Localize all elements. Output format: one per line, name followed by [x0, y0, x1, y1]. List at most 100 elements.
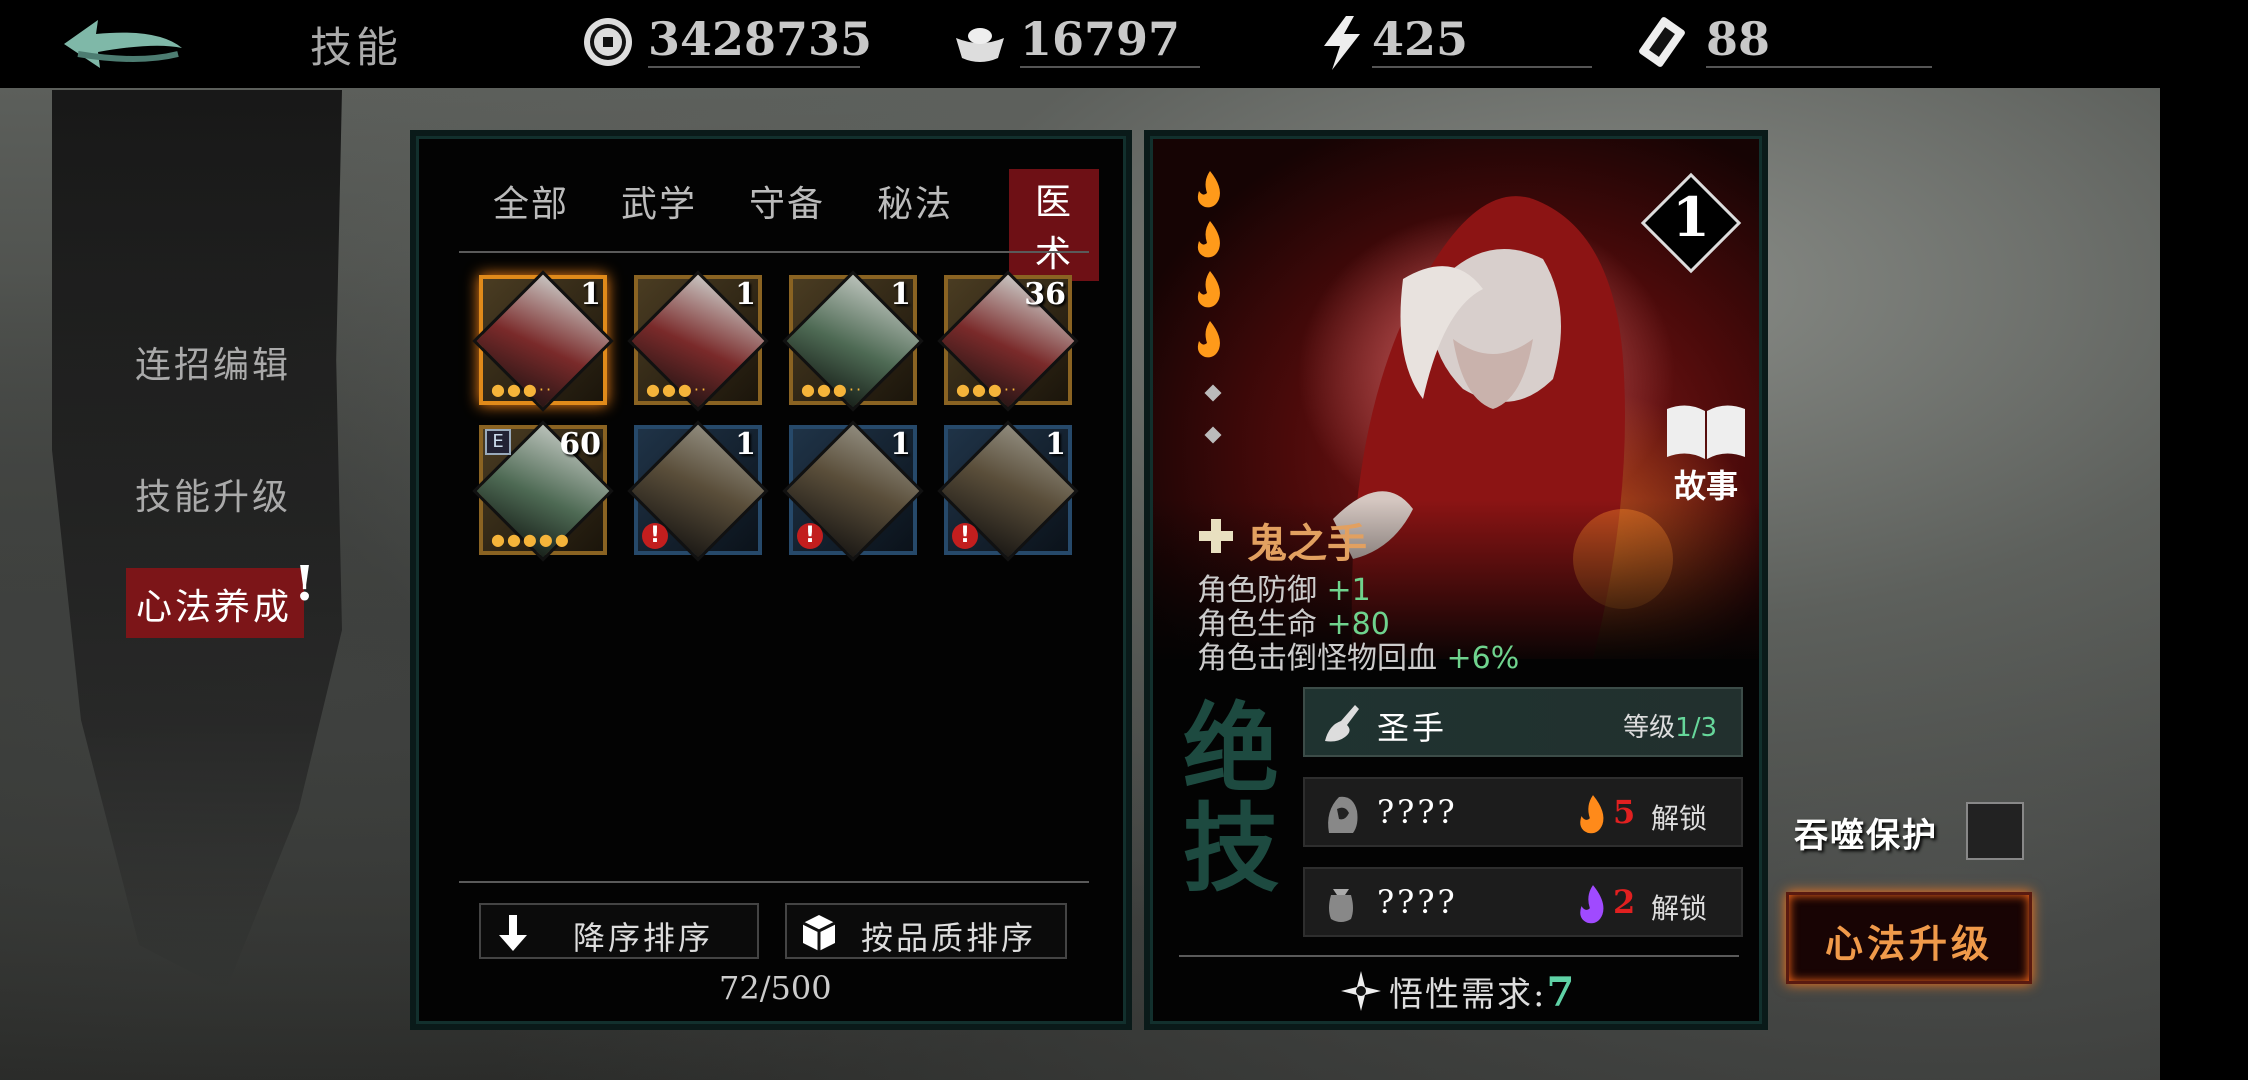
silver-underline: [1020, 66, 1200, 68]
insight-star-icon: [1341, 971, 1381, 1011]
silver-resource: 16797: [952, 8, 1252, 68]
ticket-resource: 88: [1634, 8, 1934, 68]
skill-card[interactable]: E 60 ●●●●●: [472, 420, 614, 562]
ability-name: ????: [1377, 883, 1458, 921]
warning-icon: !: [642, 523, 668, 549]
tab-divider: [459, 251, 1089, 253]
ticket-value: 88: [1706, 12, 1771, 66]
ultimate-label: 绝技: [1183, 692, 1279, 905]
skill-detail-panel: 1 故事 鬼之手 角色防御 +1 角色生命 +80 角色击倒怪物回血 +6% 绝…: [1150, 136, 1762, 1024]
tab-martial[interactable]: 武学: [621, 175, 697, 227]
energy-value: 425: [1372, 12, 1469, 66]
category-tabs: 全部 武学 守备 秘法 医术: [459, 169, 1100, 281]
ability-locked-1[interactable]: ???? 5 解锁: [1303, 777, 1743, 847]
coin-underline: [648, 66, 860, 68]
energy-resource: 425: [1306, 8, 1606, 70]
skill-card[interactable]: 1 ●●●··: [472, 270, 614, 412]
back-button[interactable]: [58, 14, 188, 76]
card-count: 1: [890, 427, 911, 462]
sort-descending-label: 降序排序: [573, 919, 714, 957]
tab-medicine[interactable]: 医术: [1009, 169, 1100, 281]
silver-ingot-icon: [956, 28, 1004, 62]
story-button[interactable]: 故事: [1661, 401, 1751, 511]
orange-flame-icon: [1580, 795, 1604, 834]
nav-combo-edit[interactable]: 连招编辑: [135, 336, 291, 388]
card-count: 1: [735, 427, 756, 462]
card-count: 1: [1045, 427, 1066, 462]
sort-quality-button[interactable]: 按品质排序: [785, 903, 1067, 959]
stat-kill-heal: 角色击倒怪物回血 +6%: [1197, 633, 1519, 677]
plus-icon: [1199, 519, 1233, 553]
ability-name: 圣手: [1377, 709, 1448, 747]
inventory-capacity: 72/500: [719, 969, 832, 1007]
sort-descending-button[interactable]: 降序排序: [479, 903, 759, 959]
skill-card[interactable]: 36 ●●●··: [937, 270, 1079, 412]
page-title: 技能: [310, 23, 403, 72]
energy-underline: [1372, 66, 1592, 68]
story-label: 故事: [1673, 467, 1738, 505]
devour-protection-label: 吞噬保护: [1794, 816, 1938, 856]
ability-cost: 2: [1613, 883, 1636, 921]
purple-flame-icon: [1580, 885, 1604, 924]
flame-icon: [1197, 271, 1220, 308]
card-count: 1: [580, 277, 601, 312]
requirement-value: 7: [1546, 969, 1577, 1016]
sort-quality-label: 按品质排序: [861, 919, 1037, 957]
skill-list-panel: 全部 武学 守备 秘法 医术 1 ●●●·· 1 ●●●·· 1 ●●●·· 3…: [416, 136, 1126, 1024]
hand-icon: [1325, 705, 1359, 742]
ability-holy-hand[interactable]: 圣手 等级1/3: [1303, 687, 1743, 757]
insight-requirement: 悟性需求:7: [1389, 967, 1576, 1016]
card-stars: ●●●··: [646, 380, 709, 399]
ability-name: ????: [1377, 793, 1458, 831]
nav-mind-cultivation[interactable]: 心法养成: [126, 568, 304, 638]
skill-card[interactable]: 1 !: [627, 420, 769, 562]
skill-card[interactable]: 1 ●●●··: [627, 270, 769, 412]
star-flames: [1193, 169, 1233, 369]
ability-cost: 5: [1613, 793, 1636, 831]
tab-all[interactable]: 全部: [493, 175, 569, 227]
skill-level: 1: [1672, 185, 1710, 249]
card-stars: ●●●··: [801, 380, 864, 399]
nav-mind-cultivation-label: 心法养成: [136, 587, 293, 628]
lightning-icon: [1324, 16, 1360, 70]
detail-divider: [1179, 955, 1739, 957]
warning-icon: !: [797, 523, 823, 549]
list-divider: [459, 881, 1089, 883]
ability-level: 等级1/3: [1623, 713, 1717, 743]
screen-edge: [2160, 0, 2248, 1080]
skill-card[interactable]: 1 !: [782, 420, 924, 562]
book-icon: [1667, 405, 1745, 459]
top-bar: 技能 3428735 16797 425 88: [0, 0, 2248, 88]
hooded-figure-icon: [1328, 796, 1358, 833]
mind-upgrade-button[interactable]: 心法升级: [1786, 892, 2032, 984]
nav-alert-icon: !: [294, 556, 316, 612]
card-count: 1: [890, 277, 911, 312]
flame-icon: [1197, 321, 1220, 358]
unlock-label: 解锁: [1651, 892, 1708, 925]
requirement-label: 悟性需求:: [1389, 975, 1547, 1015]
tab-arcane[interactable]: 秘法: [877, 175, 953, 227]
stat-value: +6%: [1446, 641, 1520, 676]
card-stars: ●●●··: [956, 380, 1019, 399]
ticket-underline: [1706, 66, 1932, 68]
ticket-icon: [1639, 17, 1685, 67]
skill-card[interactable]: 1 !: [937, 420, 1079, 562]
card-count: 36: [1024, 277, 1066, 312]
nav-skill-upgrade[interactable]: 技能升级: [135, 468, 291, 520]
card-stars: ●●●●●: [491, 530, 571, 549]
devour-protection-checkbox[interactable]: [1966, 802, 2024, 860]
equipped-badge: E: [485, 429, 511, 455]
ability-locked-2[interactable]: ???? 2 解锁: [1303, 867, 1743, 937]
pouch-icon: [1329, 889, 1353, 922]
coin-icon: [584, 18, 632, 66]
coin-resource: 3428735: [580, 8, 873, 68]
tab-defense[interactable]: 守备: [749, 175, 825, 227]
flame-icon: [1197, 221, 1220, 258]
stat-label: 角色击倒怪物回血: [1197, 641, 1437, 676]
unlock-label: 解锁: [1651, 802, 1708, 835]
coin-value: 3428735: [648, 12, 873, 66]
silver-value: 16797: [1020, 12, 1181, 66]
card-stars: ●●●··: [491, 380, 554, 399]
arrow-down-icon: [499, 915, 527, 951]
skill-card[interactable]: 1 ●●●··: [782, 270, 924, 412]
